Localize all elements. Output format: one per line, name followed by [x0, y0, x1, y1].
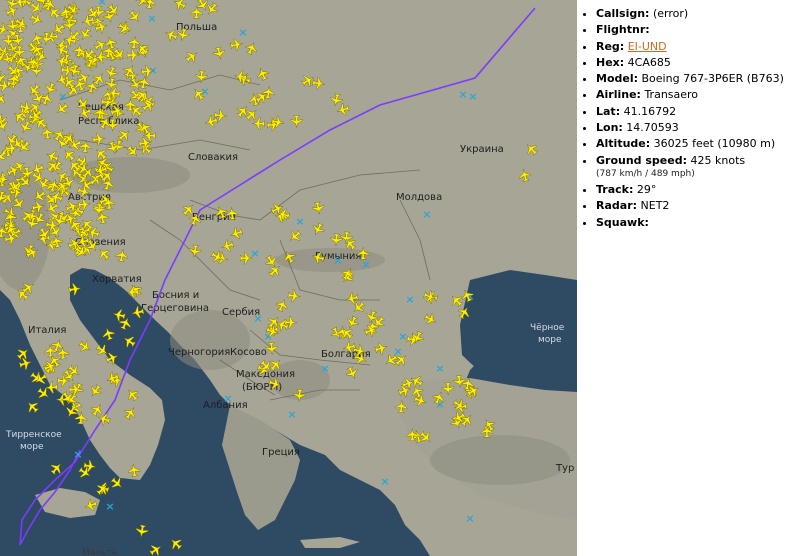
- info-label: Lon:: [596, 121, 623, 135]
- radar-station-icon: ×: [223, 392, 232, 405]
- info-subvalue: (787 km/h / 489 mph): [596, 168, 695, 179]
- radar-station-icon: ×: [422, 208, 431, 221]
- flight-map[interactable]: Польша Чешская Республика Австрия Словен…: [0, 0, 577, 556]
- info-item: Radar: NET2: [596, 198, 795, 214]
- info-value: 14.70593: [626, 121, 679, 135]
- radar-station-icon: ×: [333, 254, 342, 267]
- country-ukraine: Украина: [460, 144, 504, 155]
- radar-station-icon: ×: [380, 475, 389, 488]
- info-label: Ground speed:: [596, 153, 687, 167]
- info-label: Reg:: [596, 39, 625, 53]
- country-italy: Италия: [28, 325, 66, 336]
- country-turkey: Тур: [555, 463, 574, 474]
- flight-info-list: Callsign: (error)Flightnr: Reg: EI-UNDHe…: [580, 6, 795, 231]
- info-label: Model:: [596, 72, 639, 86]
- info-label: Track:: [596, 182, 634, 196]
- radar-station-icon: ×: [361, 258, 370, 271]
- radar-station-icon: ×: [468, 90, 477, 103]
- info-item: Reg: EI-UND: [596, 39, 795, 55]
- country-slovakia: Словакия: [188, 152, 238, 163]
- sea-tyrrhenian-2: море: [20, 442, 44, 452]
- info-item: Ground speed: 425 knots(787 km/h / 489 m…: [596, 153, 795, 180]
- radar-station-icon: ×: [458, 88, 467, 101]
- city-malta: Мальта: [82, 548, 117, 556]
- radar-station-icon: ×: [320, 362, 329, 375]
- info-label: Hex:: [596, 55, 625, 69]
- info-value: 4CA685: [627, 55, 671, 69]
- radar-station-icon: ×: [398, 330, 407, 343]
- info-item: Callsign: (error): [596, 6, 795, 22]
- country-moldova: Молдова: [396, 192, 442, 203]
- radar-station-icon: ×: [73, 448, 82, 461]
- country-bosnia-2: Герцеговина: [141, 303, 209, 314]
- radar-station-icon: ×: [58, 90, 67, 103]
- info-item: Airline: Transaero: [596, 87, 795, 103]
- info-value: (error): [652, 7, 689, 20]
- info-label: Squawk:: [596, 215, 649, 229]
- flight-info-panel: Callsign: (error)Flightnr: Reg: EI-UNDHe…: [580, 6, 795, 231]
- info-item: Flightnr:: [596, 22, 795, 38]
- registration-link[interactable]: EI-UND: [628, 40, 667, 53]
- info-value: NET2: [640, 199, 670, 213]
- info-item: Lat: 41.16792: [596, 104, 795, 120]
- info-item: Altitude: 36025 feet (10980 m): [596, 136, 795, 152]
- info-label: Altitude:: [596, 137, 651, 151]
- info-item: Lon: 14.70593: [596, 120, 795, 136]
- info-label: Lat:: [596, 104, 621, 118]
- info-value: Transaero: [644, 88, 699, 102]
- radar-station-icon: ×: [405, 293, 414, 306]
- radar-station-icon: ×: [253, 312, 262, 325]
- sea-tyrrhenian-1: Тирренское: [5, 430, 62, 440]
- country-croatia: Хорватия: [92, 274, 142, 285]
- info-item: Hex: 4CA685: [596, 55, 795, 71]
- radar-station-icon: ×: [147, 12, 156, 25]
- info-value: 36025 feet (10980 m): [653, 137, 776, 151]
- info-label: Flightnr:: [596, 23, 650, 37]
- info-label: Callsign:: [596, 7, 650, 20]
- info-item: Squawk:: [596, 215, 795, 231]
- info-value: 41.16792: [623, 104, 677, 118]
- country-poland: Польша: [176, 22, 217, 33]
- radar-station-icon: ×: [238, 26, 247, 39]
- country-kosovo: Косово: [230, 347, 267, 358]
- radar-station-icon: ×: [435, 362, 444, 375]
- info-value: 29°: [636, 182, 657, 196]
- country-montenegro: Черногория: [168, 347, 230, 358]
- radar-station-icon: ×: [295, 215, 304, 228]
- map-canvas[interactable]: Польша Чешская Республика Австрия Словен…: [0, 0, 577, 556]
- sea-black-2: море: [538, 335, 562, 345]
- info-value: 425 knots: [690, 153, 746, 167]
- country-greece: Греция: [262, 447, 300, 458]
- info-item: Track: 29°: [596, 182, 795, 198]
- radar-station-icon: ×: [465, 512, 474, 525]
- info-item: Model: Boeing 767-3P6ER (B763): [596, 71, 795, 87]
- sea-black-1: Чёрное: [530, 323, 565, 333]
- radar-station-icon: ×: [105, 500, 114, 513]
- radar-station-icon: ×: [287, 408, 296, 421]
- info-label: Radar:: [596, 199, 638, 213]
- info-label: Airline:: [596, 88, 641, 102]
- info-value: Boeing 767-3P6ER (B763): [641, 72, 784, 86]
